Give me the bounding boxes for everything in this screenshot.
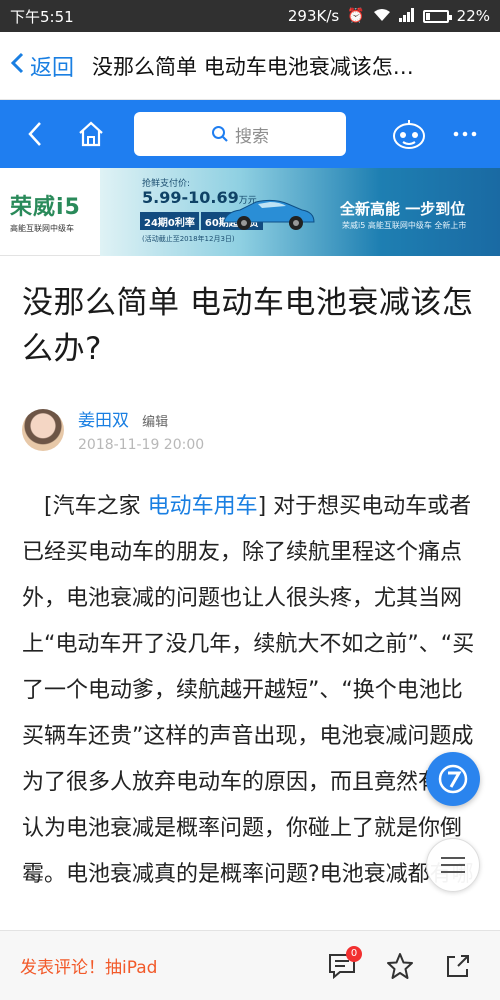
search-icon	[212, 126, 228, 142]
status-right: 293K/s ⏰ 22%	[288, 7, 490, 25]
ad-slogan: 全新高能 一步到位	[340, 200, 466, 218]
category-link[interactable]: 电动车用车	[148, 494, 258, 519]
alarm-icon: ⏰	[347, 8, 365, 24]
avatar[interactable]	[22, 408, 64, 451]
brand-sub: 高能互联网中级车	[10, 224, 74, 233]
compass-icon	[438, 764, 468, 794]
article-headline: 没那么简单 电动车电池衰减该怎么办?	[22, 285, 474, 367]
comments-icon[interactable]: 0	[320, 944, 364, 988]
signal-icon	[398, 7, 415, 25]
back-label: 返回	[30, 55, 75, 81]
menu-button[interactable]	[426, 838, 480, 892]
bottom-bar: 发表评论！抽iPad 0	[0, 930, 500, 1000]
brand-logo: 荣威i5 高能互联网中级车	[0, 168, 100, 256]
back-button[interactable]: 返回	[10, 50, 74, 82]
battery-percent: 22%	[456, 7, 490, 25]
scroll-fade	[0, 900, 500, 930]
author-info: 姜田双 编辑 2018-11-19 20:00	[78, 406, 204, 453]
search-placeholder: 搜索	[235, 126, 269, 147]
home-icon[interactable]	[68, 111, 114, 157]
article: 没那么简单 电动车电池衰减该怎么办? 姜田双 编辑 2018-11-19 20:…	[0, 256, 500, 887]
comment-button[interactable]: 发表评论！抽iPad	[20, 953, 306, 978]
ad-offer-1: 24期0利率	[140, 212, 199, 230]
more-icon[interactable]	[442, 111, 488, 157]
wifi-icon	[373, 8, 391, 25]
floating-action-button[interactable]	[426, 752, 480, 806]
menu-icon	[441, 857, 465, 873]
author-block[interactable]: 姜田双 编辑 2018-11-19 20:00	[22, 406, 204, 453]
author-name[interactable]: 姜田双	[78, 411, 129, 431]
search-input[interactable]: 搜索	[134, 112, 346, 156]
ad-image: 抢鲜支付价: 5.99-10.69万元 24期0利率 60期超长贷 (活动截止至…	[100, 168, 500, 256]
back-arrow-button[interactable]	[12, 111, 58, 157]
net-speed: 293K/s	[287, 7, 340, 25]
ad-slogan-sub: 荣威i5 高能互联网中级车 全新上市	[342, 221, 467, 230]
brand-name: 荣威i5	[10, 195, 81, 220]
status-time: 下午5:51	[10, 7, 74, 26]
page-title: 没那么简单 电动车电池衰减该怎…	[92, 54, 414, 79]
mascot-icon[interactable]	[386, 111, 432, 157]
comment-count-badge: 0	[346, 945, 362, 962]
car-image	[223, 199, 315, 230]
article-body: [汽车之家 电动车用车] 对于想买电动车或者已经买电动车的朋友，除了续航里程这个…	[22, 484, 482, 898]
author-role: 编辑	[142, 415, 169, 430]
body-prefix: [汽车之家	[44, 494, 148, 519]
chevron-left-icon	[10, 52, 24, 79]
ad-note: (活动截止至2018年12月3日)	[142, 235, 235, 243]
app-bar: 返回 没那么简单 电动车电池衰减该怎…	[0, 32, 500, 100]
publish-date: 2018-11-19 20:00	[78, 437, 205, 453]
body-paragraph: ] 对于想买电动车或者已经买电动车的朋友，除了续航里程这个痛点外，电池衰减的问题…	[22, 494, 475, 887]
site-header: 搜索	[0, 100, 500, 168]
ad-banner[interactable]: 荣威i5 高能互联网中级车 抢鲜支付价: 5.99-10.69万元 24期0利率…	[0, 168, 500, 256]
favorite-star-icon[interactable]	[378, 944, 422, 988]
battery-icon	[422, 9, 452, 23]
share-icon[interactable]	[436, 944, 480, 988]
status-bar: 下午5:51 293K/s ⏰ 22%	[0, 0, 500, 32]
